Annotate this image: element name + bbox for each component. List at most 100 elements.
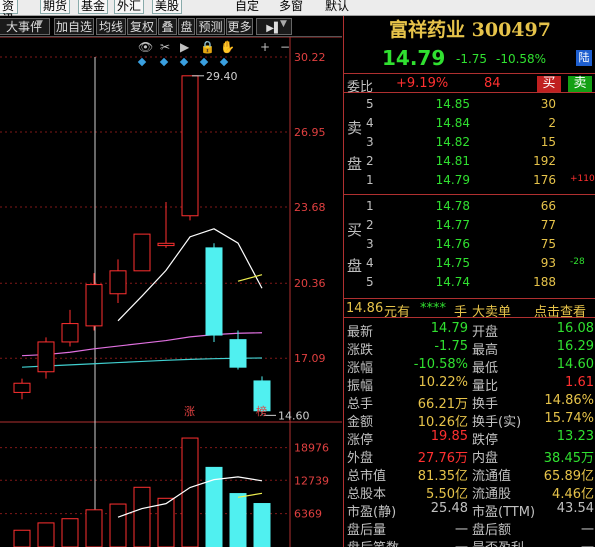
stat-value: 一 — [530, 537, 594, 547]
tick-price: 14.86 — [346, 301, 384, 316]
stat-value: 15.74% — [544, 411, 594, 426]
buy_book-row[interactable]: 2 14.77 77 — [344, 216, 595, 235]
sell-button[interactable]: 卖 — [568, 76, 592, 92]
eye-icon[interactable]: 👁 — [138, 40, 153, 54]
stat-label: 开盘 — [472, 325, 499, 340]
stat-label: 流通值 — [472, 469, 512, 484]
buy_book-price: 14.74 — [435, 275, 470, 289]
top-tab-3[interactable]: 外汇 — [114, 0, 144, 14]
stat-value: 14.60 — [556, 357, 594, 372]
more-button[interactable]: 更多 — [226, 18, 253, 35]
top-tab-5[interactable]: 自定 — [232, 0, 262, 14]
stat-value: -1.75 — [434, 339, 468, 354]
stat-label: 市盈(TTM) — [472, 505, 536, 520]
forecast-button[interactable]: 预测 — [196, 18, 225, 35]
quote-panel: 富祥药业 300497 14.79 -1.75 -10.58% 陆 委比 +9.… — [343, 16, 595, 547]
top-tab-4[interactable]: 美股 — [152, 0, 182, 14]
stat-label: 最新 — [347, 325, 374, 340]
stat-label: 总手 — [347, 397, 374, 412]
marker-diamond — [137, 57, 147, 67]
day-marker[interactable]: 榜 — [256, 404, 267, 418]
sell_book-row[interactable]: 2 14.81 192 — [344, 152, 595, 171]
stat-label: 外盘 — [347, 451, 374, 466]
market-badge[interactable]: 陆 — [576, 50, 592, 66]
sell_book-row[interactable]: 5 14.85 30 — [344, 95, 595, 114]
buy_book-price: 14.78 — [435, 199, 470, 213]
sell_book-row[interactable]: 1 14.79 176 +110 — [344, 171, 595, 190]
top-tab-strip: 资讯 期货基金外汇美股 自定多窗 默认 — [0, 0, 595, 26]
big-order-bar[interactable]: 14.86 元有 **** 手 大卖单 点击查看 — [344, 298, 595, 320]
panel-toggle-dropdown-icon[interactable]: ▼ — [280, 19, 287, 29]
candle-body — [37, 341, 55, 373]
buy-book: 买盘 1 14.78 66 2 14.77 77 3 14.76 75 4 14.75 93 -28 5 14… — [344, 197, 595, 293]
buy_book-row[interactable]: 1 14.78 66 — [344, 197, 595, 216]
stat-value: 一 — [580, 523, 594, 538]
stats-row: 外盘 27.76万 内盘 38.45万 — [344, 447, 595, 466]
sell_book-volume: 30 — [540, 97, 556, 111]
ma-line — [237, 274, 263, 282]
volume-axis-label: 6369 — [294, 508, 322, 521]
ma-button[interactable]: 均线 — [96, 18, 126, 35]
buy_book-row[interactable]: 4 14.75 93 -28 — [344, 254, 595, 273]
top-tab-2[interactable]: 基金 — [78, 0, 108, 14]
zoom-out-icon[interactable]: − — [280, 40, 290, 54]
buy_book-price: 14.75 — [435, 256, 470, 270]
sell_book-price: 14.84 — [435, 116, 470, 130]
stat-value: 14.79 — [430, 321, 468, 336]
stat-label: 总股本 — [347, 487, 387, 502]
stat-label: 换手 — [472, 397, 499, 412]
stats-row: 总市值 81.35亿 流通值 65.89亿 — [344, 465, 595, 484]
stat-label: 总市值 — [347, 469, 387, 484]
book-divider — [344, 194, 595, 195]
tick-action[interactable]: 点击查看 — [534, 301, 586, 320]
buy_book-delta: -28 — [570, 257, 585, 267]
stat-value: 10.22% — [418, 375, 468, 390]
adjust-button[interactable]: 复权 — [127, 18, 157, 35]
day-marker[interactable]: 涨 — [184, 405, 195, 418]
buy_book-row[interactable]: 5 14.74 188 — [344, 273, 595, 292]
play-icon[interactable]: ▶ — [180, 40, 190, 54]
hand-icon[interactable]: ✋ — [220, 40, 235, 54]
sell_book-volume: 176 — [533, 173, 556, 187]
top-tab-0[interactable]: 资讯 — [0, 0, 18, 26]
top-tab-6[interactable]: 多窗 — [276, 0, 306, 14]
overlay-button[interactable]: 叠 — [158, 18, 177, 35]
sell_book-row[interactable]: 3 14.82 15 — [344, 133, 595, 152]
big-events-dropdown-icon[interactable]: ▼ — [36, 19, 43, 29]
scissors-icon[interactable]: ✂ — [160, 40, 170, 54]
buy-button[interactable]: 买 — [537, 76, 561, 92]
stat-value: 25.48 — [430, 501, 468, 516]
stat-value: -10.58% — [413, 357, 468, 372]
lock-icon[interactable]: 🔒 — [200, 40, 215, 54]
marker-diamond — [179, 57, 189, 67]
volume-bar — [85, 509, 103, 547]
buy_book-row[interactable]: 3 14.76 75 — [344, 235, 595, 254]
sell_book-level: 4 — [366, 116, 374, 130]
price-axis-label: 20.36 — [294, 277, 326, 290]
top-tab-7[interactable]: 默认 — [322, 0, 352, 14]
stats-row: 涨跌 -1.75 最高 16.29 — [344, 339, 595, 358]
stat-value: 一 — [454, 523, 468, 538]
stock-title: 富祥药业 300497 — [389, 19, 551, 41]
zoom-in-icon[interactable]: + — [260, 40, 270, 54]
stats-row: 盘后笔数一是否盈利一 — [344, 537, 595, 547]
buy_book-volume: 77 — [540, 218, 556, 232]
stat-label: 内盘 — [472, 451, 499, 466]
forecast-button-label: 预测 — [198, 20, 223, 34]
stat-value: 66.21万 — [417, 397, 468, 412]
top-tab-1[interactable]: 期货 — [40, 0, 70, 14]
sell_book-level: 5 — [366, 97, 374, 111]
add-watchlist-button[interactable]: 加自选 — [54, 18, 94, 35]
volume-axis-label: 12739 — [294, 474, 329, 487]
kline-chart[interactable]: 30.22 26.95 23.68 20.36 17.09 18976 12739 6369 👁… — [0, 37, 342, 547]
stat-label: 金额 — [347, 415, 374, 430]
candle-body — [109, 270, 127, 295]
stat-label: 跌停 — [472, 433, 499, 448]
candle-body — [205, 247, 223, 336]
session-button[interactable]: 盘 — [178, 18, 195, 35]
stats-row: 涨停 19.85 跌停 13.23 — [344, 429, 595, 448]
sell_book-row[interactable]: 4 14.84 2 — [344, 114, 595, 133]
stat-value: 27.76万 — [417, 451, 468, 466]
tick-order: 大卖单 — [472, 305, 512, 320]
buy_book-price: 14.76 — [435, 237, 470, 251]
